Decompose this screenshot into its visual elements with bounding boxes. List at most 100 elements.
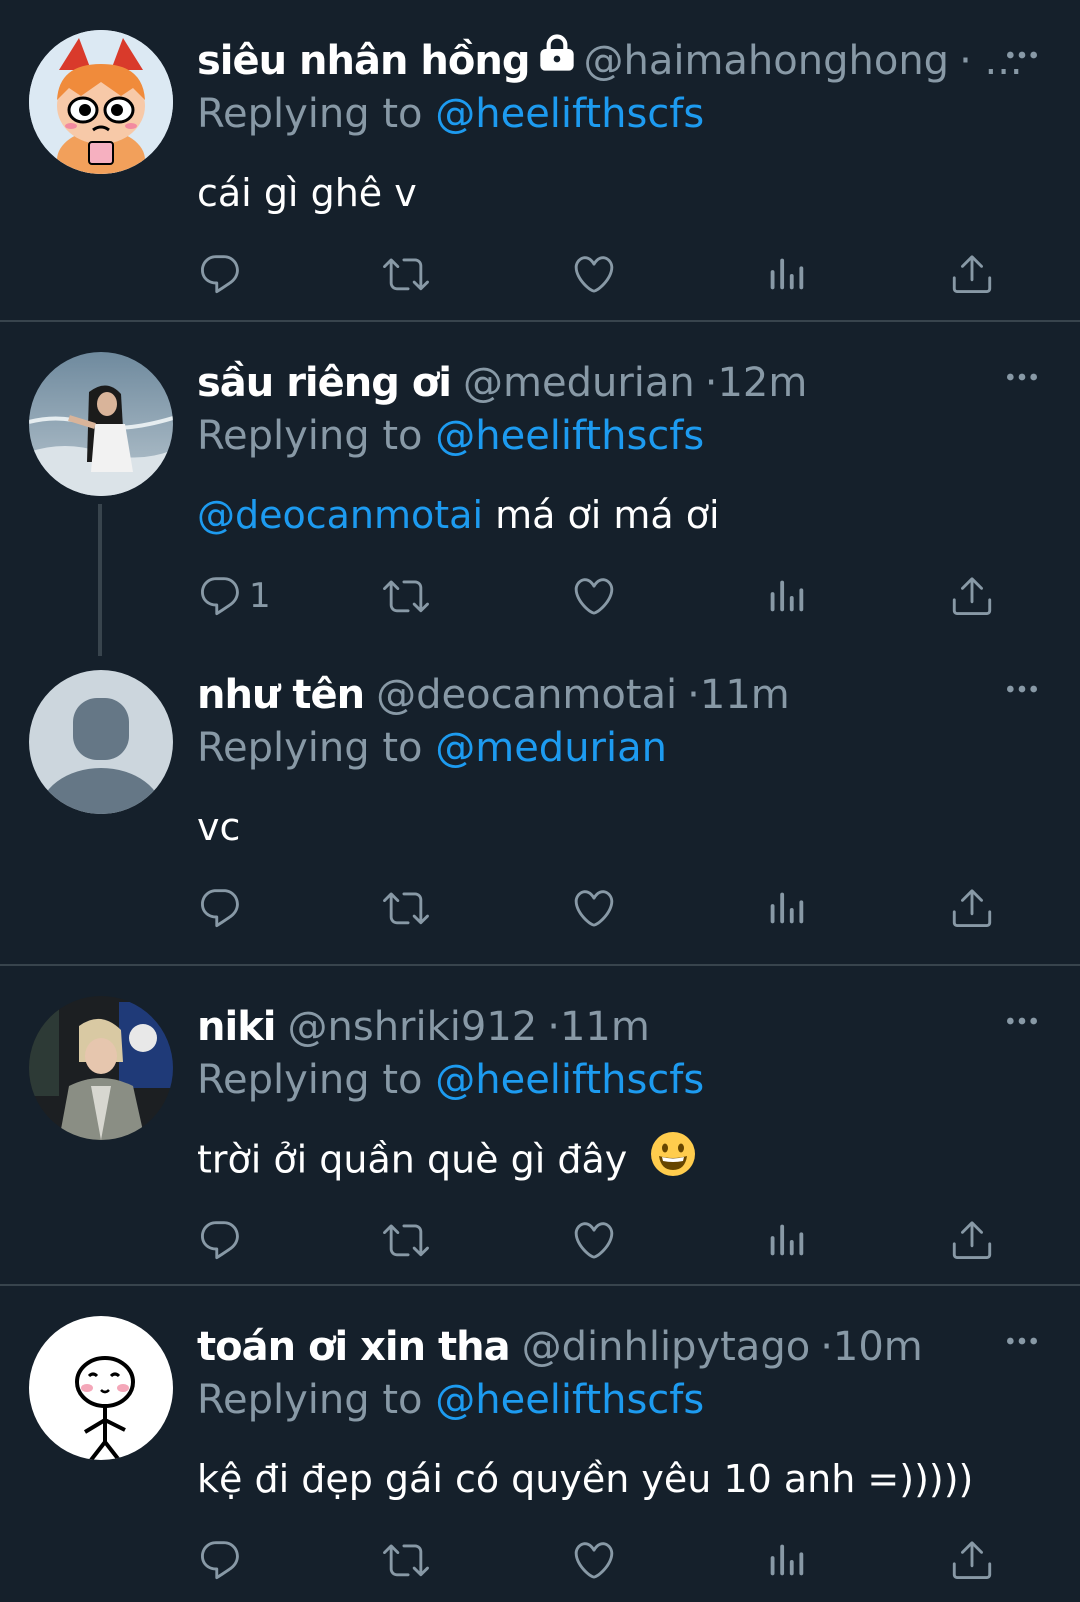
timestamp[interactable]: 10m [833, 1316, 923, 1378]
like-button[interactable] [571, 568, 617, 624]
replying-to: Replying to @heelifthscfs [197, 408, 1052, 464]
like-button[interactable] [571, 246, 617, 302]
analytics-button[interactable] [763, 880, 809, 936]
reply-button[interactable]: 1 [197, 568, 271, 624]
tweet-content: như tên @deocanmotai · 11m Replying to @… [197, 664, 1052, 856]
reply-button[interactable] [197, 246, 243, 302]
retweet-button[interactable] [383, 1532, 429, 1588]
display-name[interactable]: sầu riêng ơi [197, 352, 452, 414]
replying-to-link[interactable]: @heelifthscfs [435, 91, 704, 137]
tweet-text: trời ởi quần què gì đây [197, 1130, 1052, 1194]
stick-figure-avatar-image [29, 1316, 173, 1460]
avatar[interactable] [29, 1316, 173, 1460]
tweet-header: niki @nshriki912 · 11m [197, 996, 1052, 1058]
mention-link[interactable]: @deocanmotai [197, 493, 483, 537]
display-name[interactable]: như tên [197, 664, 365, 726]
retweet-button[interactable] [383, 246, 429, 302]
retweet-icon [383, 258, 429, 291]
analytics-button[interactable] [763, 568, 809, 624]
analytics-button[interactable] [763, 246, 809, 302]
share-button[interactable] [949, 880, 995, 936]
retweet-button[interactable] [383, 880, 429, 936]
tweet-header: siêu nhân hồng @haimahonghong · ... [197, 30, 1052, 92]
replying-to-link[interactable]: @heelifthscfs [435, 413, 704, 459]
lock-icon [537, 30, 577, 92]
reply-icon [201, 1221, 239, 1260]
avatar[interactable] [29, 670, 173, 814]
photo-avatar-image [29, 996, 173, 1140]
retweet-icon [383, 892, 429, 925]
reply-button[interactable] [197, 1212, 243, 1268]
action-bar [197, 246, 1020, 306]
avatar[interactable] [29, 996, 173, 1140]
more-icon [1007, 373, 1037, 381]
display-name[interactable]: siêu nhân hồng [197, 30, 530, 92]
more-options-button[interactable] [992, 1316, 1052, 1366]
replying-to-link[interactable]: @heelifthscfs [435, 1057, 704, 1103]
reply-tweet[interactable]: như tên @deocanmotai · 11m Replying to @… [0, 640, 1080, 964]
retweet-button[interactable] [383, 1212, 429, 1268]
reply-tweet[interactable]: niki @nshriki912 · 11m Replying to @heel… [0, 966, 1080, 1284]
reply-icon [201, 577, 239, 616]
analytics-button[interactable] [763, 1532, 809, 1588]
display-name[interactable]: niki [197, 996, 276, 1058]
analytics-icon [770, 258, 804, 290]
tweet-header: toán ơi xin tha @dinhlipytago · 10m [197, 1316, 1052, 1378]
reply-button[interactable] [197, 1532, 243, 1588]
action-bar [197, 880, 1020, 940]
default-profile-avatar [29, 670, 173, 814]
more-options-button[interactable] [992, 30, 1052, 80]
action-bar [197, 1532, 1020, 1592]
retweet-icon [383, 1224, 429, 1257]
replying-to-link[interactable]: @heelifthscfs [435, 1377, 704, 1423]
replying-prefix: Replying to [197, 1377, 423, 1423]
more-options-button[interactable] [992, 996, 1052, 1046]
like-button[interactable] [571, 1532, 617, 1588]
tweet-text: kệ đi đẹp gái có quyền yêu 10 anh =))))) [197, 1457, 974, 1501]
retweet-icon [383, 580, 429, 613]
replying-prefix: Replying to [197, 91, 423, 137]
grinning-emoji [649, 1130, 697, 1194]
user-handle[interactable]: @dinhlipytago [522, 1316, 811, 1378]
timestamp[interactable]: 11m [700, 664, 790, 726]
user-handle[interactable]: @deocanmotai [376, 664, 677, 726]
tweet-content: niki @nshriki912 · 11m Replying to @heel… [197, 996, 1052, 1194]
user-handle[interactable]: @nshriki912 [288, 996, 538, 1058]
reply-icon [201, 255, 239, 294]
tweet-text-body: má ơi má ơi [495, 493, 720, 537]
separator-dot: · [820, 1324, 833, 1370]
retweet-icon [383, 1544, 429, 1577]
reply-tweet[interactable]: toán ơi xin tha @dinhlipytago · 10m Repl… [0, 1286, 1080, 1602]
share-button[interactable] [949, 246, 995, 302]
retweet-button[interactable] [383, 568, 429, 624]
share-button[interactable] [949, 568, 995, 624]
analytics-icon [770, 1224, 804, 1256]
more-options-button[interactable] [992, 664, 1052, 714]
like-icon [574, 1222, 614, 1259]
like-button[interactable] [571, 1212, 617, 1268]
share-icon [952, 1541, 992, 1580]
reply-tweet[interactable]: sầu riêng ơi @medurian · 12m Replying to… [0, 322, 1080, 656]
avatar[interactable] [29, 352, 173, 496]
analytics-button[interactable] [763, 1212, 809, 1268]
user-handle[interactable]: @medurian [463, 352, 695, 414]
user-handle[interactable]: @haimahonghong [583, 30, 949, 92]
display-name[interactable]: toán ơi xin tha [197, 1316, 511, 1378]
share-icon [952, 255, 992, 294]
reply-button[interactable] [197, 880, 243, 936]
replying-to: Replying to @heelifthscfs [197, 1052, 1052, 1108]
replying-prefix: Replying to [197, 725, 423, 771]
avatar[interactable] [29, 30, 173, 174]
more-options-button[interactable] [992, 352, 1052, 402]
replying-to-link[interactable]: @medurian [435, 725, 667, 771]
timestamp[interactable]: 11m [560, 996, 650, 1058]
tweet-content: siêu nhân hồng @haimahonghong · ... Repl… [197, 30, 1052, 222]
more-icon [1007, 51, 1037, 59]
timestamp[interactable]: 12m [717, 352, 807, 414]
replying-to: Replying to @medurian [197, 720, 1052, 776]
share-button[interactable] [949, 1212, 995, 1268]
like-button[interactable] [571, 880, 617, 936]
tweet-content: sầu riêng ơi @medurian · 12m Replying to… [197, 352, 1052, 544]
reply-tweet[interactable]: siêu nhân hồng @haimahonghong · ... Repl… [0, 0, 1080, 320]
share-button[interactable] [949, 1532, 995, 1588]
